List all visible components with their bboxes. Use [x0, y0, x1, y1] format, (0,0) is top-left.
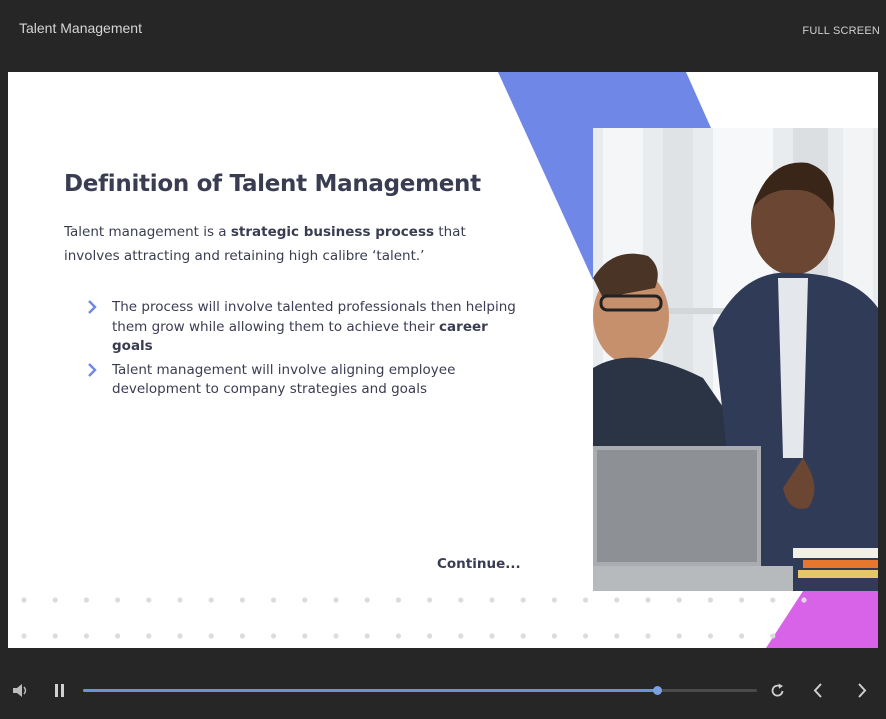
pattern-dot	[333, 597, 339, 603]
pattern-dot	[676, 597, 682, 603]
intro-emphasis: strategic business process	[230, 224, 435, 240]
continue-button[interactable]: Continue...	[437, 556, 521, 572]
pattern-dot	[208, 597, 214, 603]
pattern-dot	[583, 633, 589, 639]
pattern-dot	[208, 633, 214, 639]
progress-fill	[83, 689, 658, 692]
pattern-dot	[489, 633, 495, 639]
pattern-dot	[707, 633, 714, 639]
chevron-right-icon	[88, 362, 97, 377]
progress-bar[interactable]	[83, 686, 757, 695]
pattern-dot	[739, 633, 745, 639]
list-item: Talent management will involve aligning …	[86, 361, 516, 400]
pattern-dot	[146, 597, 152, 603]
pattern-dot	[177, 597, 183, 603]
intro-paragraph: Talent management is a strategic busines…	[64, 224, 466, 264]
volume-icon[interactable]	[13, 684, 29, 697]
pattern-dot	[239, 597, 245, 603]
pattern-dot	[739, 597, 745, 603]
pattern-dot	[239, 633, 245, 639]
pattern-dot	[551, 633, 558, 639]
course-title: Talent Management	[19, 20, 142, 36]
list-item: The process will involve talented profes…	[86, 298, 516, 357]
next-icon[interactable]	[857, 683, 867, 698]
previous-icon[interactable]	[813, 683, 823, 698]
pattern-dot	[458, 633, 464, 639]
pattern-dot	[395, 633, 401, 639]
replay-icon[interactable]	[770, 683, 785, 698]
slide-heading: Definition of Talent Management	[64, 171, 481, 197]
pattern-dot	[707, 597, 714, 603]
pattern-dot	[395, 597, 401, 603]
pattern-dot	[83, 633, 89, 639]
pattern-dot	[271, 597, 277, 603]
chevron-right-icon	[88, 300, 97, 314]
pattern-dot	[52, 597, 58, 603]
pattern-dot	[21, 633, 27, 639]
pattern-dot	[770, 597, 776, 603]
pattern-dot	[614, 597, 620, 603]
pattern-dot	[520, 633, 526, 639]
pattern-dot	[489, 597, 495, 603]
pattern-dot	[146, 633, 152, 639]
pattern-dot	[427, 597, 433, 603]
pattern-dot	[551, 597, 558, 603]
player-controls	[0, 648, 886, 719]
pattern-dot	[645, 597, 651, 603]
progress-handle[interactable]	[653, 686, 663, 695]
pattern-dot	[801, 597, 807, 603]
pattern-dot	[115, 633, 121, 639]
pattern-dot	[583, 597, 589, 603]
pattern-dot	[770, 633, 776, 639]
pattern-dot	[645, 633, 651, 639]
pattern-dot	[520, 597, 526, 603]
pattern-dot	[177, 633, 183, 639]
pattern-dot	[83, 597, 89, 603]
bullet-list: The process will involve talented profes…	[86, 298, 516, 404]
pattern-dot	[302, 633, 308, 639]
pattern-dot	[52, 633, 58, 639]
pattern-dot	[333, 633, 339, 639]
fullscreen-button[interactable]: FULL SCREEN	[802, 25, 880, 37]
pattern-dot	[364, 597, 370, 603]
pattern-dot	[427, 633, 433, 639]
top-bar: Talent Management FULL SCREEN	[0, 0, 886, 72]
business-people-photo	[593, 128, 878, 591]
pause-icon[interactable]	[54, 684, 65, 697]
dot-pattern	[21, 597, 807, 639]
pattern-dot	[364, 633, 370, 639]
pattern-dot	[458, 597, 464, 603]
pattern-dot	[115, 597, 121, 603]
pattern-dot	[21, 597, 27, 603]
pattern-dot	[676, 633, 682, 639]
pattern-dot	[271, 633, 277, 639]
pattern-dot	[302, 597, 308, 603]
slide: Definition of Talent Management Talent m…	[8, 72, 878, 648]
pattern-dot	[614, 633, 620, 639]
